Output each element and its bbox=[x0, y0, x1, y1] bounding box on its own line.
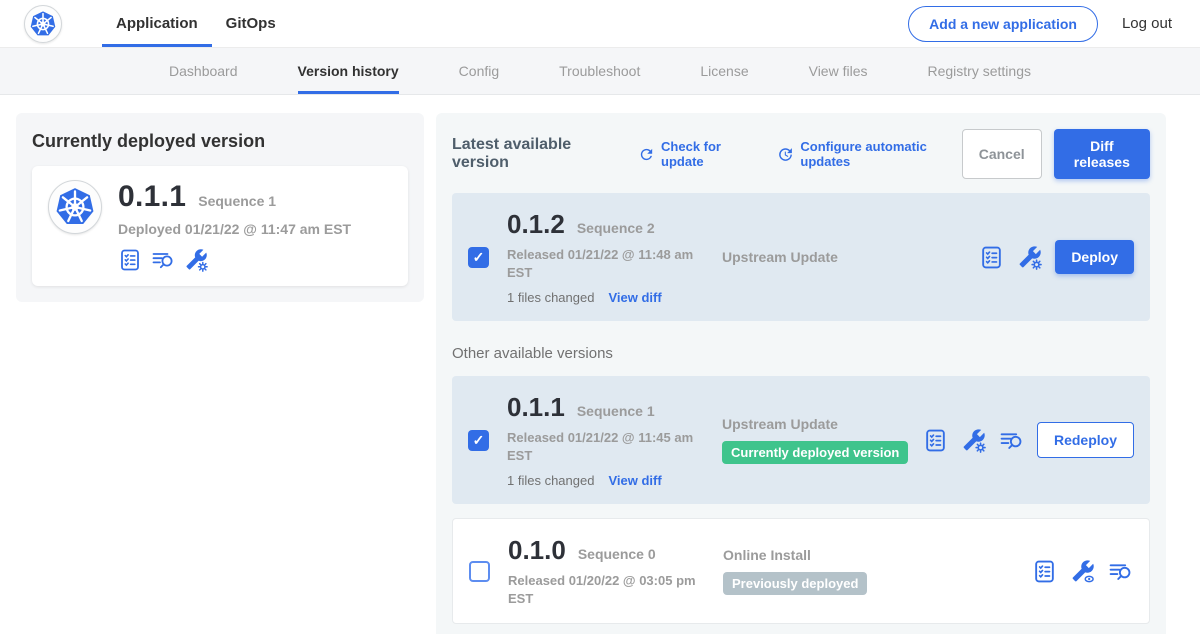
view-config-icon[interactable] bbox=[1070, 559, 1095, 584]
diff-releases-button[interactable]: Diff releases bbox=[1054, 129, 1150, 179]
tab-gitops[interactable]: GitOps bbox=[212, 0, 290, 47]
source-label: Online Install bbox=[723, 547, 1032, 563]
view-diff-link[interactable]: View diff bbox=[608, 473, 661, 488]
version-checkbox[interactable] bbox=[468, 247, 489, 268]
subnav-license[interactable]: License bbox=[700, 48, 748, 94]
version-number: 0.1.2 bbox=[507, 209, 565, 240]
preflight-checks-icon[interactable] bbox=[118, 248, 142, 272]
top-nav: Application GitOps Add a new application… bbox=[0, 0, 1200, 48]
released-timestamp: Released 01/21/22 @ 11:45 am EST bbox=[507, 429, 697, 464]
sequence-label: Sequence 2 bbox=[577, 220, 655, 236]
app-icon-badge bbox=[48, 180, 102, 234]
check-for-update-link[interactable]: Check for update bbox=[638, 139, 755, 169]
version-row-0-1-2: 0.1.2 Sequence 2 Released 01/21/22 @ 11:… bbox=[452, 193, 1150, 321]
configure-automatic-updates-label: Configure automatic updates bbox=[800, 139, 961, 169]
app-logo bbox=[24, 5, 62, 43]
other-available-versions-title: Other available versions bbox=[452, 345, 1150, 362]
preflight-checks-icon[interactable] bbox=[1032, 559, 1057, 584]
latest-available-title: Latest available version bbox=[452, 136, 616, 172]
deployed-version-number: 0.1.1 bbox=[118, 180, 186, 214]
panel-header: Latest available version Check for updat… bbox=[452, 129, 1150, 179]
sequence-label: Sequence 0 bbox=[578, 546, 656, 562]
subnav-config[interactable]: Config bbox=[459, 48, 499, 94]
app-sub-nav: Dashboard Version history Config Trouble… bbox=[0, 48, 1200, 95]
preflight-checks-icon[interactable] bbox=[979, 245, 1004, 270]
subnav-dashboard-label: Dashboard bbox=[169, 63, 238, 79]
deployed-timestamp: Deployed 01/21/22 @ 11:47 am EST bbox=[118, 221, 351, 237]
deploy-button[interactable]: Deploy bbox=[1055, 240, 1134, 274]
released-timestamp: Released 01/20/22 @ 03:05 pm EST bbox=[508, 572, 698, 607]
subnav-registry-settings[interactable]: Registry settings bbox=[928, 48, 1031, 94]
logout-button[interactable]: Log out bbox=[1122, 15, 1172, 32]
version-source: Upstream Update bbox=[722, 249, 979, 265]
edit-config-icon[interactable] bbox=[184, 248, 208, 272]
subnav-license-label: License bbox=[700, 63, 748, 79]
edit-config-icon[interactable] bbox=[961, 428, 986, 453]
currently-deployed-card: Currently deployed version 0.1.1 Sequenc… bbox=[16, 113, 424, 302]
view-diff-link[interactable]: View diff bbox=[608, 290, 661, 305]
subnav-config-label: Config bbox=[459, 63, 499, 79]
version-source: Upstream Update Currently deployed versi… bbox=[722, 416, 923, 464]
subnav-registry-settings-label: Registry settings bbox=[928, 63, 1031, 79]
version-source: Online Install Previously deployed bbox=[723, 547, 1032, 595]
cancel-button[interactable]: Cancel bbox=[962, 129, 1042, 179]
main-content: Currently deployed version 0.1.1 Sequenc… bbox=[0, 95, 1200, 634]
clock-arrow-icon bbox=[777, 146, 794, 163]
refresh-icon bbox=[638, 146, 655, 163]
version-number: 0.1.0 bbox=[508, 535, 566, 566]
tab-application-label: Application bbox=[116, 15, 198, 32]
version-number: 0.1.1 bbox=[507, 392, 565, 423]
configure-automatic-updates-link[interactable]: Configure automatic updates bbox=[777, 139, 961, 169]
currently-deployed-badge: Currently deployed version bbox=[722, 441, 908, 464]
version-actions bbox=[1032, 559, 1133, 584]
deployed-version-box: 0.1.1 Sequence 1 Deployed 01/21/22 @ 11:… bbox=[32, 166, 408, 286]
source-label: Upstream Update bbox=[722, 249, 979, 265]
sequence-label: Sequence 1 bbox=[577, 403, 655, 419]
version-info: 0.1.0 Sequence 0 Released 01/20/22 @ 03:… bbox=[508, 535, 723, 607]
check-for-update-label: Check for update bbox=[661, 139, 755, 169]
redeploy-button[interactable]: Redeploy bbox=[1037, 422, 1134, 458]
version-checkbox[interactable] bbox=[468, 430, 489, 451]
subnav-troubleshoot[interactable]: Troubleshoot bbox=[559, 48, 640, 94]
version-row-0-1-0: 0.1.0 Sequence 0 Released 01/20/22 @ 03:… bbox=[452, 518, 1150, 624]
subnav-version-history-label: Version history bbox=[298, 63, 399, 79]
top-nav-right: Add a new application Log out bbox=[908, 6, 1172, 42]
edit-config-icon[interactable] bbox=[1017, 245, 1042, 270]
subnav-troubleshoot-label: Troubleshoot bbox=[559, 63, 640, 79]
preflight-checks-icon[interactable] bbox=[923, 428, 948, 453]
version-actions: Deploy bbox=[979, 240, 1134, 274]
kubernetes-icon bbox=[29, 10, 57, 38]
kubernetes-icon bbox=[54, 186, 96, 228]
tab-gitops-label: GitOps bbox=[226, 15, 276, 32]
subnav-view-files[interactable]: View files bbox=[809, 48, 868, 94]
subnav-view-files-label: View files bbox=[809, 63, 868, 79]
top-nav-tabs: Application GitOps bbox=[102, 0, 290, 47]
version-actions: Redeploy bbox=[923, 422, 1134, 458]
deployed-version-details: 0.1.1 Sequence 1 Deployed 01/21/22 @ 11:… bbox=[118, 180, 351, 272]
files-changed-label: 1 files changed bbox=[507, 290, 594, 305]
subnav-dashboard[interactable]: Dashboard bbox=[169, 48, 238, 94]
source-label: Upstream Update bbox=[722, 416, 923, 432]
add-application-button[interactable]: Add a new application bbox=[908, 6, 1098, 42]
previously-deployed-badge: Previously deployed bbox=[723, 572, 867, 595]
deployed-sequence-label: Sequence 1 bbox=[198, 193, 276, 209]
panel-header-buttons: Cancel Diff releases bbox=[962, 129, 1150, 179]
subnav-version-history[interactable]: Version history bbox=[298, 48, 399, 94]
files-changed-label: 1 files changed bbox=[507, 473, 594, 488]
available-versions-panel: Latest available version Check for updat… bbox=[436, 113, 1166, 634]
deployed-version-actions bbox=[118, 248, 351, 272]
view-logs-icon[interactable] bbox=[1108, 559, 1133, 584]
version-checkbox[interactable] bbox=[469, 561, 490, 582]
version-info: 0.1.2 Sequence 2 Released 01/21/22 @ 11:… bbox=[507, 209, 722, 305]
tab-application[interactable]: Application bbox=[102, 0, 212, 47]
view-logs-icon[interactable] bbox=[999, 428, 1024, 453]
version-row-0-1-1: 0.1.1 Sequence 1 Released 01/21/22 @ 11:… bbox=[452, 376, 1150, 504]
currently-deployed-title: Currently deployed version bbox=[32, 131, 408, 152]
version-info: 0.1.1 Sequence 1 Released 01/21/22 @ 11:… bbox=[507, 392, 722, 488]
view-logs-icon[interactable] bbox=[151, 248, 175, 272]
released-timestamp: Released 01/21/22 @ 11:48 am EST bbox=[507, 246, 697, 281]
